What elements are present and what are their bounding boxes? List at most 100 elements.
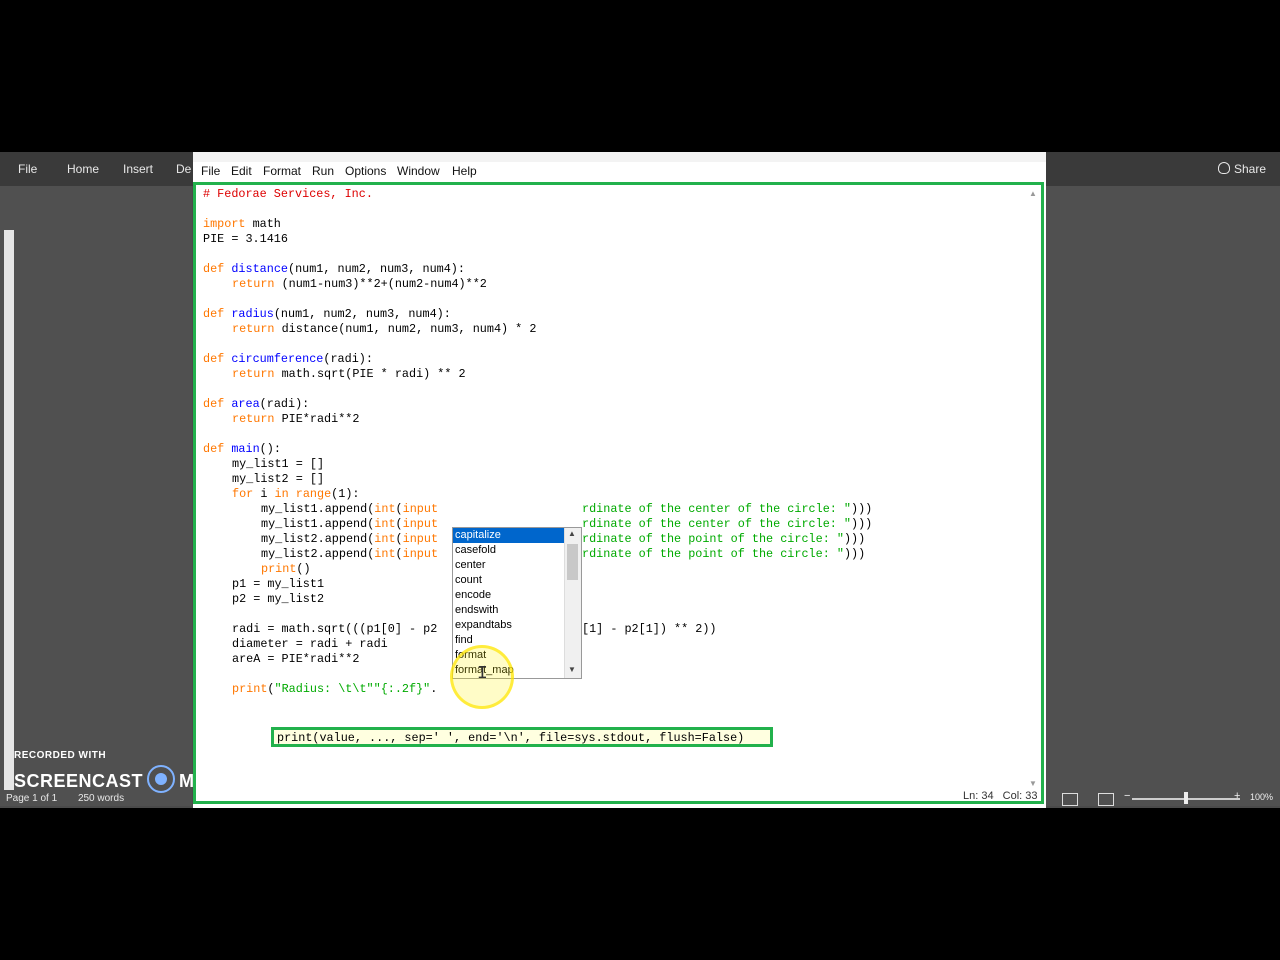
code-line: my_list2.append(int(input bbox=[261, 547, 438, 561]
autocomplete-item[interactable]: expandtabs bbox=[453, 618, 564, 633]
keyword: import bbox=[203, 217, 246, 231]
autocomplete-item[interactable]: encode bbox=[453, 588, 564, 603]
keyword: return bbox=[232, 367, 275, 381]
autocomplete-scrollbar[interactable]: ▲ ▼ bbox=[564, 528, 581, 678]
code-line: areA = PIE*radi**2 bbox=[232, 652, 360, 666]
person-icon bbox=[1218, 162, 1230, 174]
code-line: return distance(num1, num2, num3, num4) … bbox=[232, 322, 536, 336]
code-text: (num1-num3)**2+(num2-num4)**2 bbox=[274, 277, 487, 291]
autocomplete-item[interactable]: count bbox=[453, 573, 564, 588]
code-line: # Fedorae Services, Inc. bbox=[203, 187, 373, 201]
function-name: area bbox=[231, 397, 260, 411]
word-status-right: − + 100% bbox=[1058, 790, 1278, 806]
word-tab-file[interactable]: File bbox=[18, 162, 37, 176]
function-name: radius bbox=[231, 307, 274, 321]
code-line: p2 = my_list2 bbox=[232, 592, 325, 606]
idle-editor-window: File Edit Format Run Options Window Help… bbox=[193, 152, 1046, 808]
editor-scrollbar[interactable]: ▲ ▼ bbox=[1029, 189, 1037, 794]
menu-file[interactable]: File bbox=[201, 164, 220, 178]
code-line: [1] - p2[1]) ** 2)) bbox=[582, 622, 717, 636]
code-line: my_list1.append(int(input bbox=[261, 502, 438, 516]
scroll-down-icon[interactable]: ▼ bbox=[1029, 779, 1037, 788]
line-number: Ln: 34 bbox=[963, 790, 994, 802]
code-text: ( bbox=[395, 502, 403, 516]
menu-window[interactable]: Window bbox=[397, 164, 440, 178]
builtin: int bbox=[374, 502, 396, 516]
word-count: 250 words bbox=[77, 793, 125, 804]
keyword: in bbox=[274, 487, 289, 501]
code-line: return math.sqrt(PIE * radi) ** 2 bbox=[232, 367, 466, 381]
autocomplete-item[interactable]: find bbox=[453, 633, 564, 648]
code-string: rdinate of the center of the circle: "))… bbox=[582, 517, 872, 531]
share-label: Share bbox=[1234, 162, 1267, 176]
menu-run[interactable]: Run bbox=[312, 164, 334, 178]
code-text: ))) bbox=[843, 547, 866, 561]
code-line: for i in range(1): bbox=[232, 487, 360, 501]
code-text: . bbox=[430, 682, 438, 696]
code-string: "Radius: \t\t""{:.2f}" bbox=[274, 682, 431, 696]
letterbox-top bbox=[0, 0, 1280, 152]
word-status-left: Page 1 of 1 250 words bbox=[6, 793, 142, 804]
keyword: def bbox=[203, 262, 225, 276]
code-text: distance(num1, num2, num3, num4) * 2 bbox=[274, 322, 537, 336]
autocomplete-item[interactable]: endswith bbox=[453, 603, 564, 618]
code-text: my_list2.append( bbox=[261, 532, 375, 546]
keyword: def bbox=[203, 397, 225, 411]
code-line: radi = math.sqrt(((p1[0] - p2 bbox=[232, 622, 438, 636]
code-line: return PIE*radi**2 bbox=[232, 412, 359, 426]
zoom-level[interactable]: 100% bbox=[1250, 792, 1273, 802]
code-text: () bbox=[296, 562, 311, 576]
code-text: ( bbox=[395, 532, 403, 546]
scroll-up-icon[interactable]: ▲ bbox=[568, 529, 576, 538]
menu-options[interactable]: Options bbox=[345, 164, 386, 178]
scroll-down-icon[interactable]: ▼ bbox=[568, 665, 576, 674]
code-line: diameter = radi + radi bbox=[232, 637, 388, 651]
code-editor[interactable]: # Fedorae Services, Inc. import math PIE… bbox=[193, 182, 1044, 804]
code-string-text: rdinate of the center of the circle: " bbox=[582, 502, 852, 516]
scroll-up-icon[interactable]: ▲ bbox=[1029, 189, 1037, 198]
zoom-in-icon[interactable]: + bbox=[1234, 790, 1240, 802]
code-text: ))) bbox=[851, 502, 873, 516]
zoom-out-icon[interactable]: − bbox=[1124, 790, 1130, 802]
keyword: return bbox=[232, 412, 275, 426]
read-mode-icon[interactable] bbox=[1062, 793, 1078, 806]
menu-edit[interactable]: Edit bbox=[231, 164, 252, 178]
code-text: (radi): bbox=[323, 352, 373, 366]
code-line: my_list1.append(int(input bbox=[261, 517, 438, 531]
code-line: print() bbox=[261, 562, 311, 576]
word-tab-home[interactable]: Home bbox=[67, 162, 99, 176]
builtin: input bbox=[402, 532, 439, 546]
print-layout-icon[interactable] bbox=[1098, 793, 1114, 806]
word-right-margin bbox=[1046, 186, 1280, 806]
word-tab-design[interactable]: De bbox=[176, 162, 191, 176]
word-tab-insert[interactable]: Insert bbox=[123, 162, 153, 176]
code-string-text: rdinate of the center of the circle: " bbox=[582, 517, 852, 531]
code-text: my_list2.append( bbox=[261, 547, 375, 561]
code-line: my_list2 = [] bbox=[232, 472, 325, 486]
code-line: p1 = my_list1 bbox=[232, 577, 325, 591]
autocomplete-item[interactable]: capitalize bbox=[453, 528, 564, 543]
keyword: def bbox=[203, 352, 225, 366]
keyword: return bbox=[232, 322, 275, 336]
code-text: ( bbox=[267, 682, 275, 696]
code-text: ))) bbox=[851, 517, 873, 531]
autocomplete-item[interactable]: center bbox=[453, 558, 564, 573]
code-text: math bbox=[245, 217, 281, 231]
builtin: print bbox=[232, 682, 268, 696]
menu-format[interactable]: Format bbox=[263, 164, 301, 178]
screencast-logo-icon bbox=[147, 765, 176, 793]
code-line: def distance(num1, num2, num3, num4): bbox=[203, 262, 465, 276]
builtin: print bbox=[261, 562, 297, 576]
column-number: Col: 33 bbox=[1002, 790, 1038, 802]
builtin: input bbox=[402, 517, 439, 531]
calltip-tooltip: print(value, ..., sep=' ', end='\n', fil… bbox=[271, 727, 773, 747]
scrollbar-thumb[interactable] bbox=[567, 544, 578, 580]
letterbox-bottom bbox=[0, 808, 1280, 960]
autocomplete-item[interactable]: casefold bbox=[453, 543, 564, 558]
code-text: ))) bbox=[843, 532, 866, 546]
watermark-brand-left: SCREENCAST bbox=[14, 771, 144, 791]
builtin: int bbox=[374, 532, 396, 546]
zoom-slider-thumb[interactable] bbox=[1184, 792, 1188, 804]
share-button[interactable]: Share bbox=[1218, 162, 1266, 176]
menu-help[interactable]: Help bbox=[452, 164, 477, 178]
